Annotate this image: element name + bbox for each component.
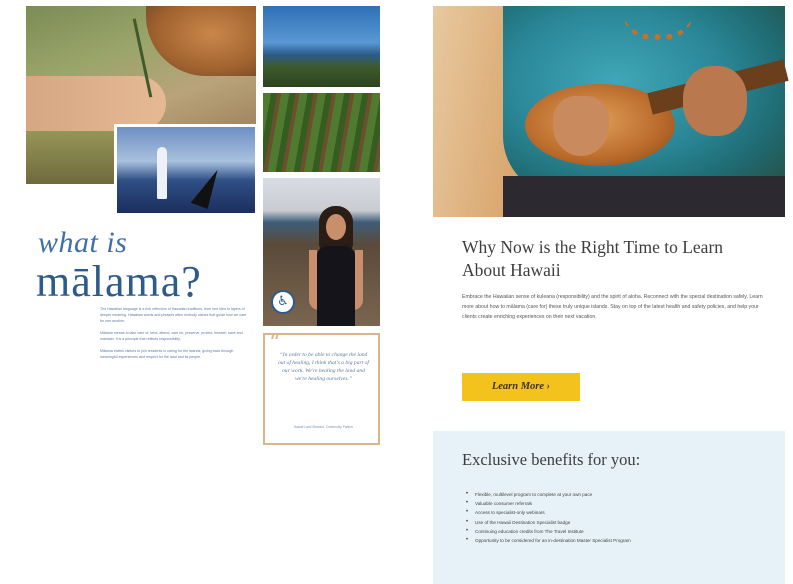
list-item: Opportunity to be considered for an in-d… bbox=[462, 536, 762, 545]
list-item: Access to specialist-only webinars bbox=[462, 508, 762, 517]
heading-malama: mālama? bbox=[36, 257, 202, 306]
strumming-hand bbox=[553, 96, 609, 156]
photo-taro-field bbox=[263, 93, 380, 172]
lap bbox=[503, 176, 785, 217]
dress bbox=[317, 246, 355, 326]
hero-photo-ukulele bbox=[433, 6, 789, 217]
quote-box: “ “In order to be able to change the lan… bbox=[263, 331, 380, 445]
fretting-hand bbox=[683, 66, 747, 136]
woman-figure bbox=[309, 206, 363, 326]
why-now-body: Embrace the Hawaiian sense of kuleana (r… bbox=[462, 294, 763, 320]
accessibility-icon: ♿ bbox=[271, 290, 295, 314]
list-item: Valuable consumer referrals bbox=[462, 499, 762, 508]
photo-woman-portrait: ♿ bbox=[263, 178, 380, 326]
list-item: Use of the Hawaii Destination Specialist… bbox=[462, 518, 762, 527]
quote-text: “In order to be able to change the land … bbox=[277, 352, 369, 382]
hand bbox=[26, 76, 166, 131]
whale-spray bbox=[157, 147, 167, 199]
quote-attribution: Hawaii Land Steward, Community Partner bbox=[293, 425, 354, 429]
photo-whale-breach bbox=[114, 124, 258, 216]
benefits-title: Exclusive benefits for you: bbox=[462, 450, 641, 469]
body-paragraph: Mālama invites visitors to join resident… bbox=[100, 349, 234, 359]
body-paragraph: Mālama means to take care of, tend, atte… bbox=[100, 331, 243, 341]
calabash-bowl bbox=[146, 6, 256, 76]
why-now-title: Why Now is the Right Time to Learn About… bbox=[462, 237, 724, 280]
whale-fin bbox=[190, 165, 222, 209]
learn-more-button[interactable]: Learn More › bbox=[462, 373, 580, 401]
malama-body-text: The Hawaiian language is a rich reflecti… bbox=[100, 306, 248, 366]
face bbox=[326, 214, 346, 240]
list-item: Continuing education credits from The Tr… bbox=[462, 527, 762, 536]
body-paragraph: The Hawaiian language is a rich reflecti… bbox=[100, 307, 247, 323]
benefits-list: Flexible, multilevel program to complete… bbox=[462, 490, 762, 545]
photo-coastline bbox=[263, 6, 380, 87]
list-item: Flexible, multilevel program to complete… bbox=[462, 490, 762, 499]
heading-what-is: what is bbox=[38, 226, 128, 259]
